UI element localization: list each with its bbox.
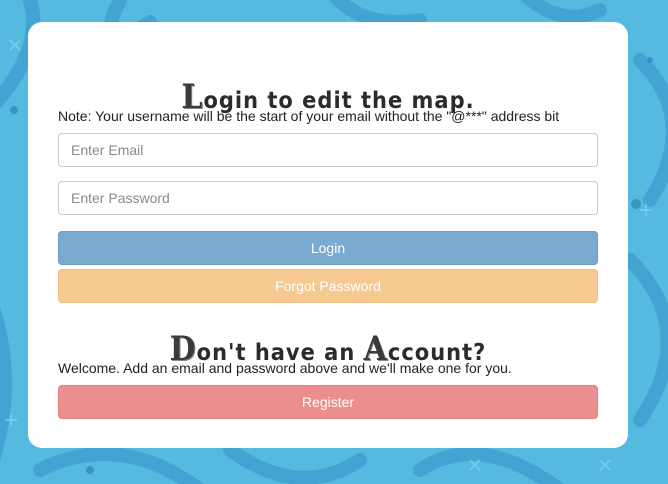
username-note: Note: Your username will be the start of… bbox=[58, 108, 560, 124]
password-input[interactable] bbox=[58, 181, 598, 215]
register-button[interactable]: Register bbox=[58, 385, 598, 419]
login-card: Login to edit the map. Note: Your userna… bbox=[28, 22, 628, 448]
welcome-text: Welcome. Add an email and password above… bbox=[58, 360, 512, 376]
forgot-password-button[interactable]: Forgot Password bbox=[58, 269, 598, 303]
email-input[interactable] bbox=[58, 133, 598, 167]
login-button[interactable]: Login bbox=[58, 231, 598, 265]
